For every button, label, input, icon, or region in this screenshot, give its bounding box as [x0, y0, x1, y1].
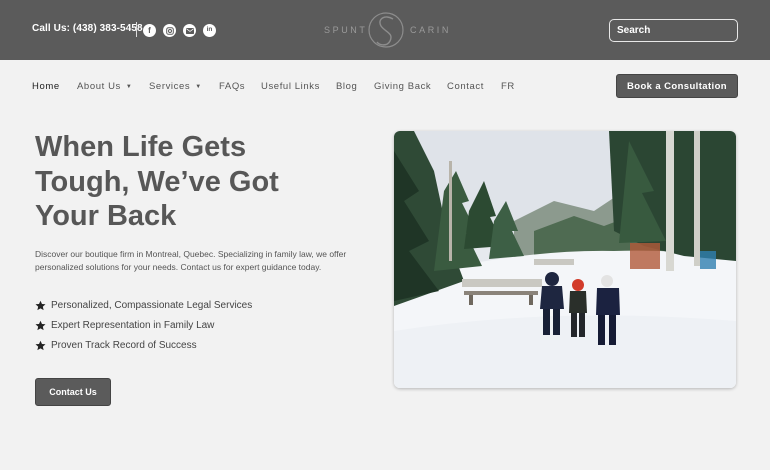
top-bar: Call Us: (438) 383-5458 f in SPUNT CARIN — [0, 0, 770, 60]
star-icon — [35, 320, 46, 330]
contact-us-button[interactable]: Contact Us — [35, 378, 111, 406]
divider — [136, 22, 137, 37]
hero-image — [394, 131, 736, 388]
nav-label: FAQs — [219, 81, 246, 92]
nav-label: Giving Back — [374, 81, 432, 92]
page-title: When Life Gets Tough, We’ve Got Your Bac… — [35, 130, 335, 234]
facebook-icon[interactable]: f — [143, 24, 156, 37]
instagram-icon[interactable] — [163, 24, 176, 37]
nav-label: Blog — [336, 81, 358, 92]
logo-s-mark — [368, 12, 404, 48]
phone-number[interactable]: Call Us: (438) 383-5458 — [32, 23, 143, 34]
star-icon — [35, 300, 46, 310]
title-line: Your Back — [35, 200, 177, 232]
nav-services[interactable]: Services ▼ — [149, 81, 202, 92]
hero-description: Discover our boutique firm in Montreal, … — [35, 249, 347, 272]
nav-about-us[interactable]: About Us ▼ — [77, 81, 132, 92]
book-consultation-button[interactable]: Book a Consultation — [616, 74, 738, 98]
feature-text: Proven Track Record of Success — [51, 339, 197, 351]
nav-blog[interactable]: Blog — [336, 81, 357, 92]
logo-text-left: SPUNT — [324, 25, 368, 35]
nav-label: Services — [149, 81, 191, 92]
feature-text: Expert Representation in Family Law — [51, 319, 215, 331]
email-icon[interactable] — [183, 24, 196, 37]
linkedin-icon[interactable]: in — [203, 24, 216, 37]
chevron-down-icon: ▼ — [195, 84, 202, 90]
search-input[interactable] — [609, 19, 738, 42]
chevron-down-icon: ▼ — [125, 84, 133, 90]
nav-label: Home — [32, 81, 60, 92]
logo[interactable]: SPUNT CARIN — [324, 9, 448, 51]
nav-giving-back[interactable]: Giving Back — [374, 81, 431, 92]
list-item: Personalized, Compassionate Legal Servic… — [35, 295, 252, 315]
title-line: Tough, We’ve Got — [35, 165, 279, 198]
star-icon — [35, 340, 46, 350]
winter-scene-image — [394, 131, 736, 388]
feature-list: Personalized, Compassionate Legal Servic… — [35, 295, 252, 355]
nav-label: Contact — [447, 81, 484, 92]
nav-contact[interactable]: Contact — [447, 81, 484, 92]
title-line: When Life Gets — [35, 131, 247, 163]
nav-fr[interactable]: FR — [501, 81, 515, 92]
nav-label: Useful Links — [261, 81, 320, 92]
nav-useful-links[interactable]: Useful Links — [261, 81, 320, 92]
list-item: Proven Track Record of Success — [35, 335, 252, 355]
nav-faqs[interactable]: FAQs — [219, 81, 245, 92]
nav-home[interactable]: Home — [32, 81, 60, 92]
list-item: Expert Representation in Family Law — [35, 315, 252, 335]
nav-label: About Us — [77, 81, 121, 92]
feature-text: Personalized, Compassionate Legal Servic… — [51, 299, 253, 311]
logo-text-right: CARIN — [410, 25, 452, 35]
nav-label: FR — [501, 81, 515, 92]
